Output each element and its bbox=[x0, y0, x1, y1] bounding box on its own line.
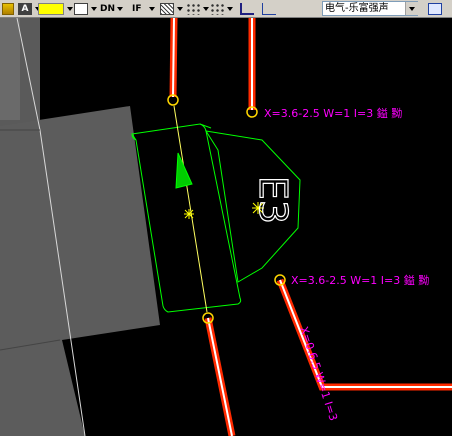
color-swatch bbox=[38, 2, 64, 15]
layer-icon bbox=[240, 2, 254, 15]
grid-button[interactable] bbox=[210, 1, 233, 16]
chevron-down-icon[interactable] bbox=[227, 6, 233, 11]
hatch-icon bbox=[160, 2, 174, 15]
layer-button[interactable] bbox=[240, 1, 254, 16]
linetype-dn-icon: DN bbox=[100, 3, 116, 14]
chevron-down-icon[interactable] bbox=[67, 6, 73, 11]
toolbar: A DN IF 电气-乐富强声 bbox=[0, 0, 452, 18]
snap-icon bbox=[186, 2, 200, 15]
layer-select[interactable]: 电气-乐富强声 bbox=[322, 1, 418, 16]
match-properties-button[interactable] bbox=[428, 1, 442, 16]
layer-state-button[interactable] bbox=[2, 1, 14, 16]
pipe-vertical-annotation: X=0.6.5 W=1 I=3 bbox=[297, 325, 340, 423]
layer-state-icon bbox=[2, 2, 14, 15]
color-picker[interactable] bbox=[38, 1, 73, 16]
chevron-down-icon[interactable] bbox=[91, 6, 97, 11]
pipe-left[interactable] bbox=[169, 18, 236, 436]
lineweight-button[interactable]: IF bbox=[132, 1, 155, 16]
match-icon bbox=[428, 2, 442, 15]
chevron-down-icon[interactable] bbox=[203, 6, 209, 11]
lineweight-icon: IF bbox=[132, 3, 142, 14]
line-type-icon bbox=[74, 2, 88, 15]
direction-arrow-icon bbox=[175, 152, 193, 189]
text-style-icon: A bbox=[18, 2, 32, 15]
snap-button[interactable] bbox=[186, 1, 209, 16]
chevron-down-icon bbox=[409, 7, 415, 11]
layer-select-value: 电气-乐富强声 bbox=[325, 3, 389, 14]
grid-icon bbox=[210, 2, 224, 15]
chevron-down-icon[interactable] bbox=[117, 6, 123, 11]
linetype-dn-button[interactable]: DN bbox=[100, 1, 123, 16]
linetype-button[interactable] bbox=[74, 1, 97, 16]
equipment-axis-line bbox=[173, 105, 208, 313]
layer-manager-button[interactable] bbox=[262, 1, 276, 16]
center-marker-icon bbox=[184, 209, 194, 219]
hatch-button[interactable] bbox=[160, 1, 183, 16]
layer-select-dropdown[interactable] bbox=[405, 2, 418, 15]
wall-block bbox=[0, 106, 160, 436]
pipe-annotation-label: X=3.6-2.5 W=1 I=3 鎰 黝 bbox=[264, 106, 402, 120]
pipe-icon bbox=[262, 2, 276, 15]
drawing-canvas[interactable]: E3 X=3.6-2.5 W=1 I=3 鎰 黝 X=3.6-2.5 W=1 I… bbox=[0, 18, 452, 436]
pipe-annotation-label: X=3.6-2.5 W=1 I=3 鎰 黝 bbox=[291, 273, 429, 287]
chevron-down-icon[interactable] bbox=[177, 6, 183, 11]
room-label: E3 bbox=[251, 176, 295, 224]
wall-slab bbox=[0, 18, 20, 120]
chevron-down-icon[interactable] bbox=[149, 6, 155, 11]
